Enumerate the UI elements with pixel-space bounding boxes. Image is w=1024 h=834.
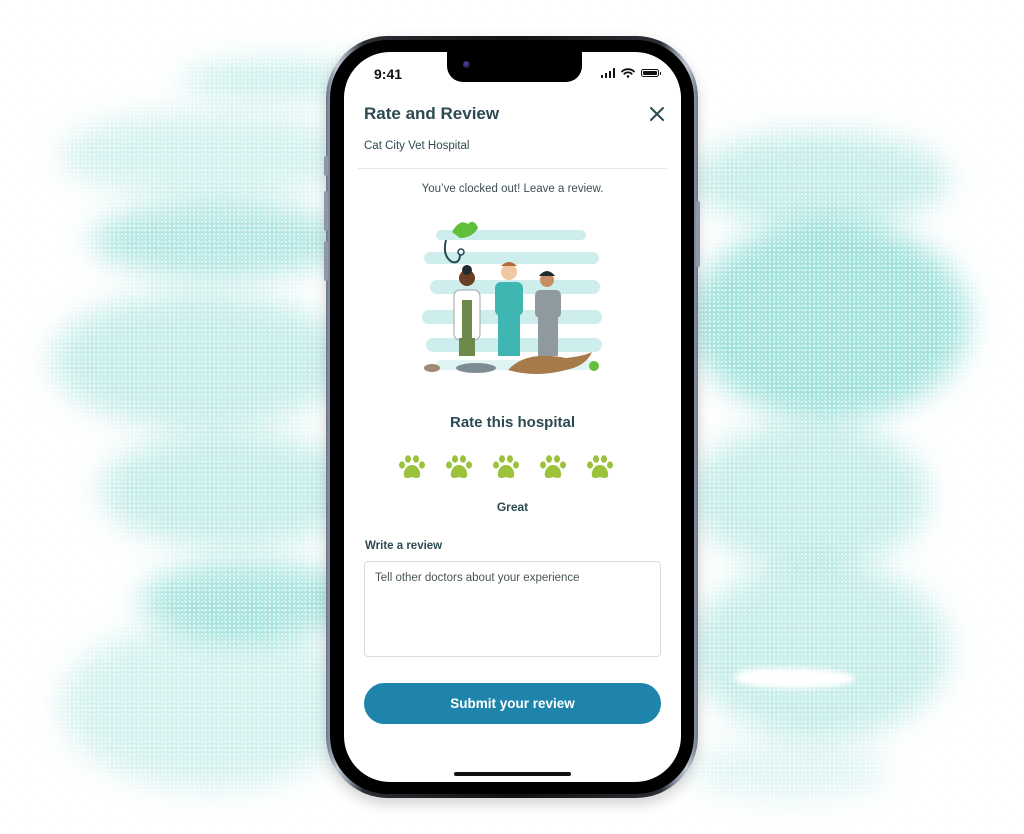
paw-icon — [446, 455, 472, 478]
phone-notch — [447, 52, 582, 82]
phone-silent-switch — [324, 156, 328, 176]
front-camera — [463, 61, 470, 68]
paw-rating — [398, 454, 614, 480]
paw-icon — [540, 455, 566, 478]
close-button[interactable] — [647, 104, 667, 124]
rabbit — [424, 364, 440, 372]
header-divider — [358, 168, 667, 169]
vet-teal-scrubs — [495, 262, 523, 356]
frog — [589, 361, 599, 371]
wifi-icon — [621, 68, 635, 78]
vet-team-illustration — [422, 221, 602, 374]
phone-power-button — [696, 201, 700, 267]
clocked-out-message: You’ve clocked out! Leave a review. — [421, 183, 604, 195]
home-indicator[interactable] — [454, 772, 571, 776]
hospital-name: Cat City Vet Hospital — [364, 140, 470, 152]
review-textarea[interactable] — [364, 561, 661, 657]
close-icon — [650, 107, 664, 121]
phone-volume-down-button — [324, 241, 328, 281]
rating-label: Great — [496, 500, 529, 514]
paw-icon — [587, 455, 613, 478]
review-label: Write a review — [365, 540, 443, 552]
paw-icon — [399, 455, 425, 478]
status-time: 9:41 — [374, 66, 403, 82]
paw-rating-3[interactable] — [492, 454, 520, 480]
phone-frame: 9:41 Rate and Review Cat City Vet Hospit… — [324, 36, 700, 798]
status-icons — [600, 68, 661, 78]
battery-icon — [641, 69, 661, 77]
cat — [456, 363, 496, 373]
rate-heading: Rate this hospital — [449, 414, 576, 431]
paw-icon — [493, 455, 519, 478]
cellular-signal-icon — [600, 68, 615, 78]
page-title: Rate and Review — [364, 104, 500, 123]
paw-rating-5[interactable] — [586, 454, 614, 480]
paw-rating-4[interactable] — [539, 454, 567, 480]
phone-volume-up-button — [324, 191, 328, 231]
submit-review-button[interactable]: Submit your review — [364, 683, 661, 724]
app-screen: 9:41 Rate and Review Cat City Vet Hospit… — [344, 52, 681, 782]
paw-rating-2[interactable] — [445, 454, 473, 480]
paw-rating-1[interactable] — [398, 454, 426, 480]
